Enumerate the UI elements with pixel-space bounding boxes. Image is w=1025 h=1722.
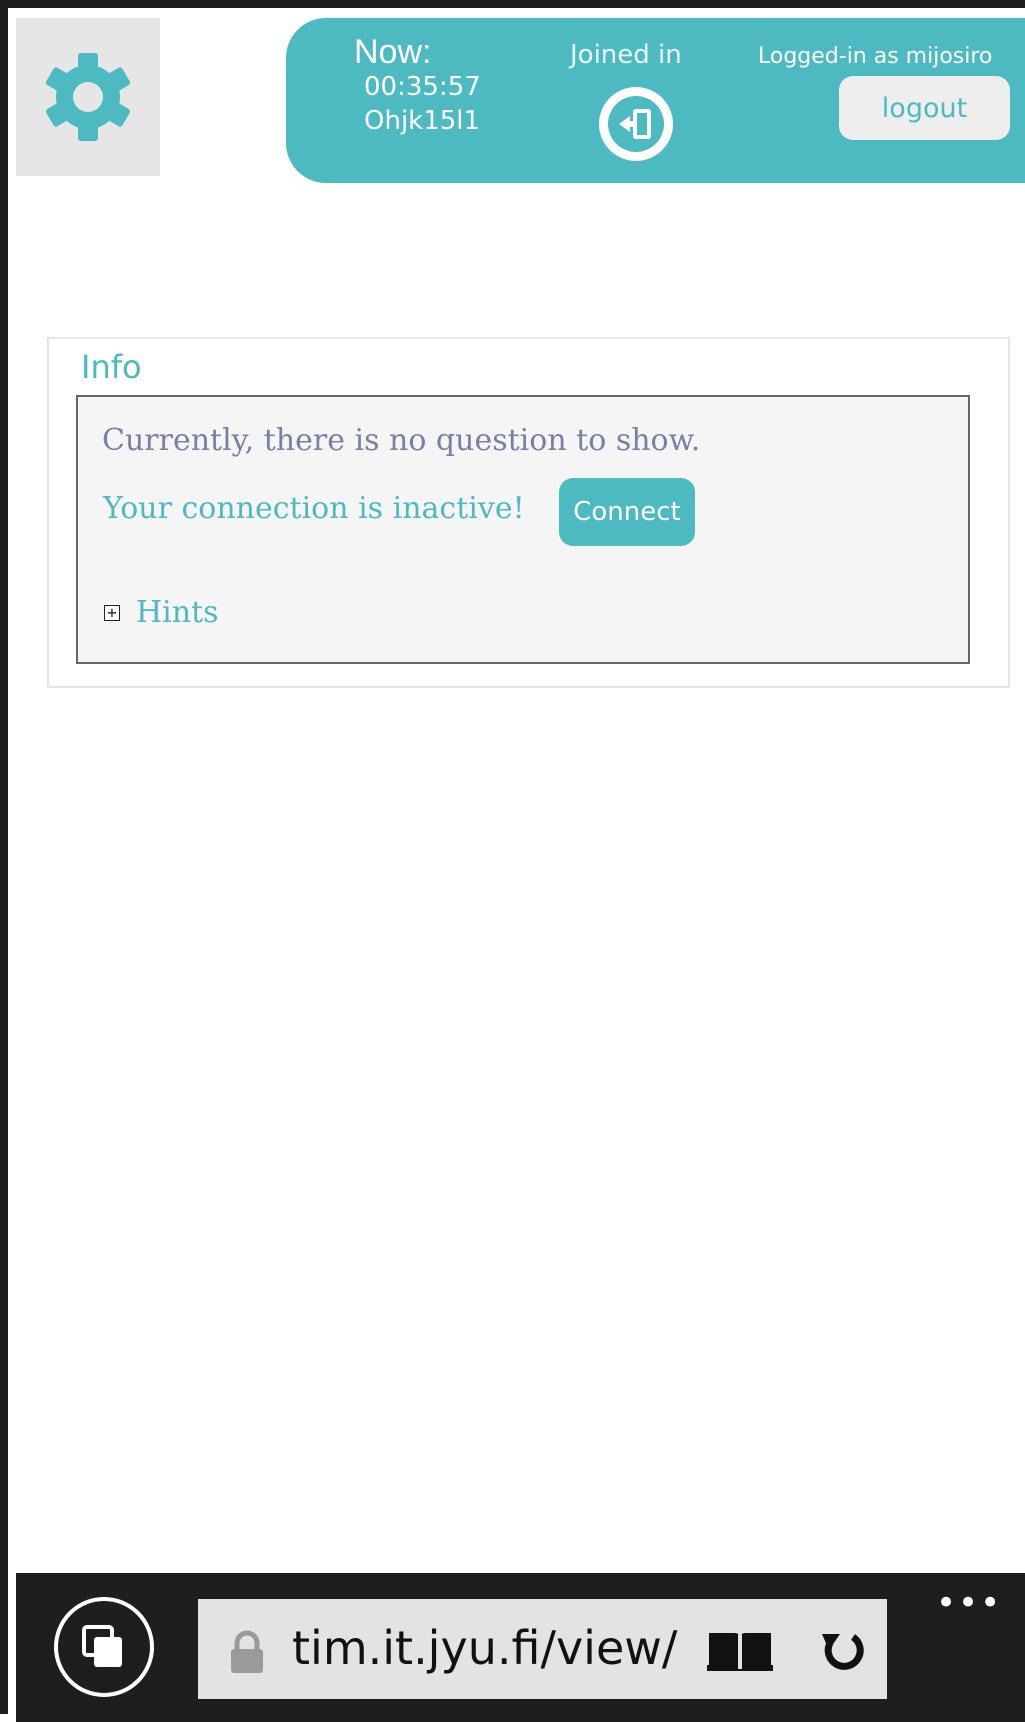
now-label: Now: [354, 33, 432, 71]
more-button[interactable]: ••• [936, 1586, 1002, 1620]
address-bar[interactable]: tim.it.jyu.fi/view/ [198, 1599, 887, 1699]
tabs-icon [82, 1625, 122, 1667]
logout-button[interactable]: logout [839, 76, 1010, 140]
app-window: Now: 00:35:57 Ohjk15l1 Joined in Logged-… [0, 0, 1025, 1722]
enter-icon [608, 96, 664, 152]
lock-icon [231, 1630, 263, 1673]
reading-view-icon[interactable] [707, 1631, 773, 1671]
info-title: Info [81, 348, 142, 386]
plus-box-icon: + [104, 605, 120, 621]
joined-label: Joined in [570, 40, 682, 70]
browser-toolbar: tim.it.jyu.fi/view/ ••• [16, 1573, 1025, 1722]
logged-in-label: Logged-in as mijosiro [758, 44, 993, 69]
current-time: 00:35:57 [364, 72, 481, 102]
connection-inactive-message: Your connection is inactive! [103, 491, 525, 526]
no-question-message: Currently, there is no question to show. [102, 423, 701, 458]
tabs-button[interactable] [54, 1597, 154, 1697]
connect-button[interactable]: Connect [559, 478, 695, 546]
joined-button[interactable] [599, 87, 673, 161]
session-code: Ohjk15l1 [364, 106, 481, 136]
gear-icon [45, 53, 131, 141]
refresh-icon[interactable] [820, 1628, 866, 1674]
settings-button[interactable] [16, 18, 160, 176]
status-panel: Now: 00:35:57 Ohjk15l1 Joined in Logged-… [286, 18, 1025, 183]
hints-toggle[interactable]: + Hints [104, 593, 219, 633]
hints-label: Hints [136, 595, 219, 630]
info-content: Currently, there is no question to show.… [76, 395, 970, 664]
url-text: tim.it.jyu.fi/view/ [292, 1621, 678, 1675]
info-panel: Info Currently, there is no question to … [47, 337, 1010, 688]
